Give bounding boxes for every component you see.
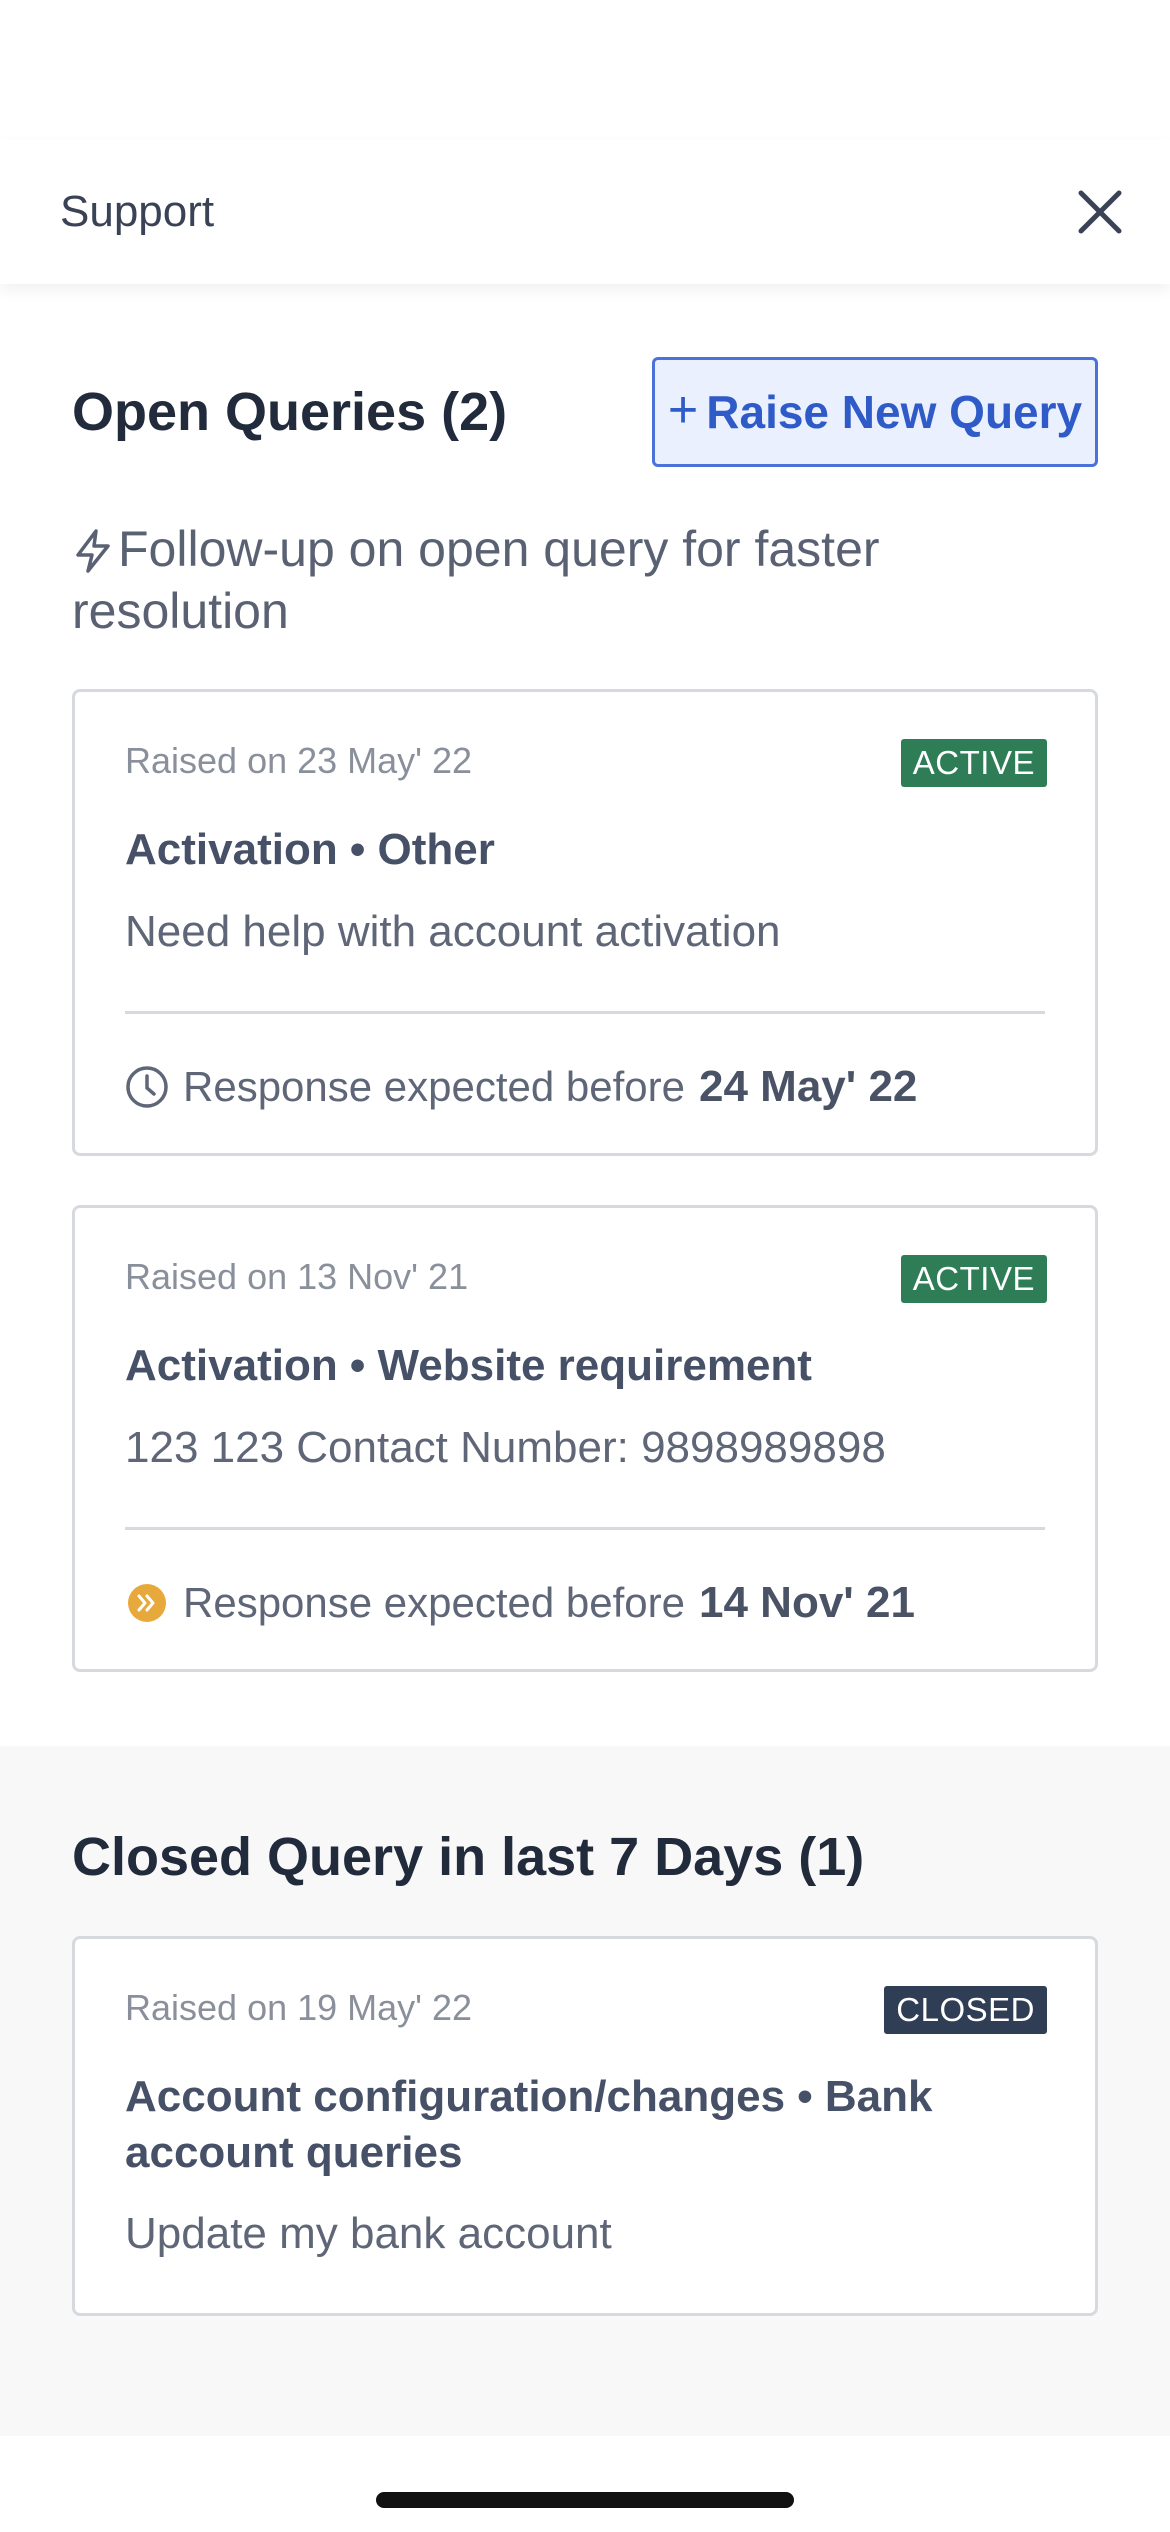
bottom-bar bbox=[0, 2436, 1170, 2532]
follow-up-hint: Follow-up on open query for faster resol… bbox=[72, 518, 972, 642]
query-description: 123 123 Contact Number: 9898989898 bbox=[125, 1423, 886, 1472]
response-date: 24 May' 22 bbox=[699, 1062, 918, 1111]
overdue-chevrons-icon bbox=[125, 1581, 169, 1625]
query-title: Activation • Other bbox=[125, 825, 495, 874]
query-card[interactable]: Raised on 13 Nov' 21 ACTIVE Activation •… bbox=[72, 1205, 1098, 1672]
response-date: 14 Nov' 21 bbox=[699, 1578, 915, 1627]
divider bbox=[125, 1527, 1045, 1530]
status-badge: CLOSED bbox=[884, 1986, 1047, 2034]
closed-queries-title: Closed Query in last 7 Days (1) bbox=[72, 1827, 865, 1887]
divider bbox=[125, 1011, 1045, 1014]
raised-date: Raised on 23 May' 22 bbox=[125, 740, 473, 781]
response-label: Response expected before bbox=[183, 1579, 686, 1626]
raise-new-query-button[interactable]: + Raise New Query bbox=[652, 357, 1098, 467]
response-expected: Response expected before 14 Nov' 21 bbox=[125, 1578, 1045, 1628]
support-header: Support bbox=[0, 140, 1170, 284]
plus-icon: + bbox=[667, 381, 699, 439]
query-description: Update my bank account bbox=[125, 2209, 612, 2258]
raised-date: Raised on 13 Nov' 21 bbox=[125, 1256, 469, 1297]
close-icon bbox=[1078, 190, 1122, 234]
lightning-icon bbox=[76, 529, 110, 573]
follow-up-hint-text: Follow-up on open query for faster resol… bbox=[72, 521, 880, 639]
response-label: Response expected before bbox=[183, 1063, 686, 1110]
raise-new-query-label: Raise New Query bbox=[706, 386, 1083, 438]
response-expected: Response expected before 24 May' 22 bbox=[125, 1062, 1045, 1112]
open-queries-title: Open Queries (2) bbox=[72, 382, 508, 442]
status-badge: ACTIVE bbox=[900, 1255, 1047, 1303]
query-title: Account configuration/changes • Bank acc… bbox=[125, 2072, 933, 2177]
closed-queries-section: Closed Query in last 7 Days (1) Raised o… bbox=[0, 1746, 1170, 2436]
status-bar-area bbox=[0, 0, 1170, 140]
page-title: Support bbox=[60, 187, 215, 236]
query-card[interactable]: Raised on 19 May' 22 CLOSED Account conf… bbox=[72, 1936, 1098, 2316]
query-title: Activation • Website requirement bbox=[125, 1341, 812, 1390]
status-badge: ACTIVE bbox=[900, 739, 1047, 787]
query-description: Need help with account activation bbox=[125, 907, 781, 956]
close-button[interactable] bbox=[1068, 180, 1132, 244]
query-card[interactable]: Raised on 23 May' 22 ACTIVE Activation •… bbox=[72, 689, 1098, 1156]
home-indicator[interactable] bbox=[376, 2492, 794, 2508]
open-queries-header: Open Queries (2) + Raise New Query bbox=[72, 356, 1098, 468]
clock-icon bbox=[125, 1065, 169, 1109]
raised-date: Raised on 19 May' 22 bbox=[125, 1987, 473, 2028]
open-queries-section: Open Queries (2) + Raise New Query Follo… bbox=[0, 284, 1170, 1746]
